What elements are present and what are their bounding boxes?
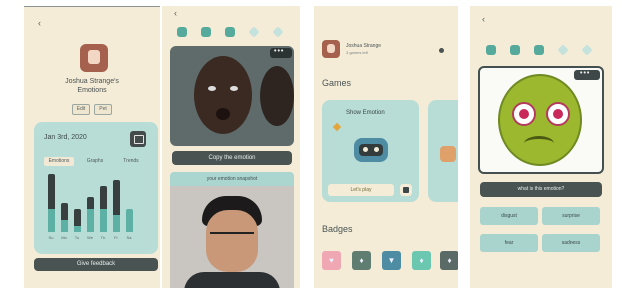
status-strip xyxy=(24,6,160,7)
chart-bar xyxy=(87,197,94,232)
settings-icon[interactable] xyxy=(439,48,444,53)
question-banner: what is this emotion? xyxy=(480,182,602,197)
chart-x-label: We xyxy=(87,235,93,240)
chart-bar xyxy=(74,208,81,232)
quiz-screen: ‹ ••• what is this emotion? disgust surp… xyxy=(470,6,612,288)
photo-mouth xyxy=(216,108,230,120)
nauseated-face-icon xyxy=(498,74,582,166)
emotion-photo: ••• xyxy=(170,46,294,146)
chart-x-label: Su xyxy=(48,235,54,240)
emotions-dashboard-screen: ‹ Joshua Strange's Emotions Edit Pet Jan… xyxy=(24,6,160,288)
chart-bar xyxy=(126,208,133,232)
emoji-card: ••• xyxy=(478,66,604,174)
badge-4[interactable]: ♦ xyxy=(412,251,431,270)
tab-emotions[interactable]: Emotions xyxy=(44,157,74,166)
chart-bar-segment xyxy=(48,174,55,209)
glasses-icon xyxy=(210,232,254,242)
tab-graphs[interactable]: Graphs xyxy=(80,157,110,166)
photo-bg-person xyxy=(260,66,294,126)
selfie-shirt xyxy=(184,272,280,288)
chart-x-label: Fr xyxy=(114,235,118,240)
progress-dot-5 xyxy=(272,26,284,38)
avatar xyxy=(80,44,108,72)
chart-bar-segment xyxy=(74,208,81,227)
home-screen: Joshua Strange 3 games left Games Show E… xyxy=(314,6,458,288)
pet-tag[interactable]: Pet xyxy=(94,104,112,115)
sparkle-icon xyxy=(332,122,342,132)
profile-title-line2: Emotions xyxy=(77,87,107,94)
answer-sadness[interactable]: sadness xyxy=(542,234,600,252)
tab-trends[interactable]: Trends xyxy=(116,157,146,166)
badge-2[interactable]: ♦ xyxy=(352,251,371,270)
chart-bar xyxy=(48,174,55,232)
badge-5[interactable]: ♦ xyxy=(440,251,458,270)
chart-bar-segment xyxy=(113,179,120,215)
photo-eye-left xyxy=(208,86,216,91)
profile-avatar[interactable] xyxy=(322,40,340,58)
chart-bar-segment xyxy=(87,197,94,209)
emotions-chart-panel: Jan 3rd, 2020 Emotions Graphs Trends Su M… xyxy=(34,122,158,254)
progress-dot-4-4 xyxy=(557,44,569,56)
progress-dot-4-2 xyxy=(510,45,520,55)
game-icon-next xyxy=(440,146,456,162)
back-button-2[interactable]: ‹ xyxy=(174,8,177,18)
progress-dot-4-5 xyxy=(581,44,593,56)
progress-dot-4-1 xyxy=(486,45,496,55)
date-range[interactable]: Jan 3rd, 2020 xyxy=(44,134,87,141)
camera-caption: your emotion snapshot xyxy=(170,172,294,186)
progress-dot-4 xyxy=(248,26,260,38)
lock-icon[interactable] xyxy=(400,184,412,196)
give-feedback-button[interactable]: Give feedback xyxy=(34,258,158,271)
robot-icon xyxy=(354,138,388,162)
profile-title-line1: Joshua Strange's xyxy=(65,78,119,85)
badges-heading: Badges xyxy=(322,224,353,234)
progress-dot-2 xyxy=(201,27,211,37)
copy-emotion-button[interactable]: Copy the emotion xyxy=(172,151,292,165)
profile-name: Joshua Strange xyxy=(346,43,382,49)
game-title: Show Emotion xyxy=(346,110,385,116)
camera-game-screen: ‹ ••• Copy the emotion your emotion snap… xyxy=(162,6,300,288)
games-heading: Games xyxy=(322,78,352,88)
chart-x-label: Mo xyxy=(61,235,67,240)
chart-bar-segment xyxy=(61,203,68,221)
answer-disgust[interactable]: disgust xyxy=(480,207,538,225)
edit-tag[interactable]: Edit xyxy=(72,104,90,115)
calendar-icon[interactable] xyxy=(130,131,146,147)
photo-eye-right xyxy=(230,86,238,91)
chart-bar xyxy=(113,179,120,232)
chart-x-label: Th xyxy=(100,235,106,240)
chart-x-label: Sa xyxy=(126,235,132,240)
chart-bar xyxy=(61,203,68,232)
menu-dots-2[interactable]: ••• xyxy=(270,48,292,58)
lets-play-button[interactable]: Let's play xyxy=(328,184,394,196)
chart-bar xyxy=(100,185,107,232)
progress-dot-1 xyxy=(177,27,187,37)
menu-dots-4[interactable]: ••• xyxy=(574,70,600,80)
back-button-4[interactable]: ‹ xyxy=(482,14,485,24)
chart-bar-segment xyxy=(100,185,107,209)
photo-face xyxy=(194,56,252,134)
badge-heart[interactable]: ♥ xyxy=(322,251,341,270)
progress-dot-3 xyxy=(225,27,235,37)
answer-fear[interactable]: fear xyxy=(480,234,538,252)
game-card-show-emotion[interactable]: Show Emotion Let's play xyxy=(322,100,419,202)
profile-title: Joshua Strange's Emotions xyxy=(42,77,142,95)
chart-x-label: Tu xyxy=(74,235,80,240)
badge-3[interactable]: ▼ xyxy=(382,251,401,270)
game-card-next[interactable] xyxy=(428,100,458,202)
progress-dot-4-3 xyxy=(534,45,544,55)
camera-preview xyxy=(170,186,294,288)
weekly-emotion-chart: Su Mo Tu We Th Fr Sa xyxy=(44,172,152,246)
back-button[interactable]: ‹ xyxy=(38,18,41,28)
profile-subtitle: 3 games left xyxy=(346,50,368,55)
answer-surprise[interactable]: surprise xyxy=(542,207,600,225)
